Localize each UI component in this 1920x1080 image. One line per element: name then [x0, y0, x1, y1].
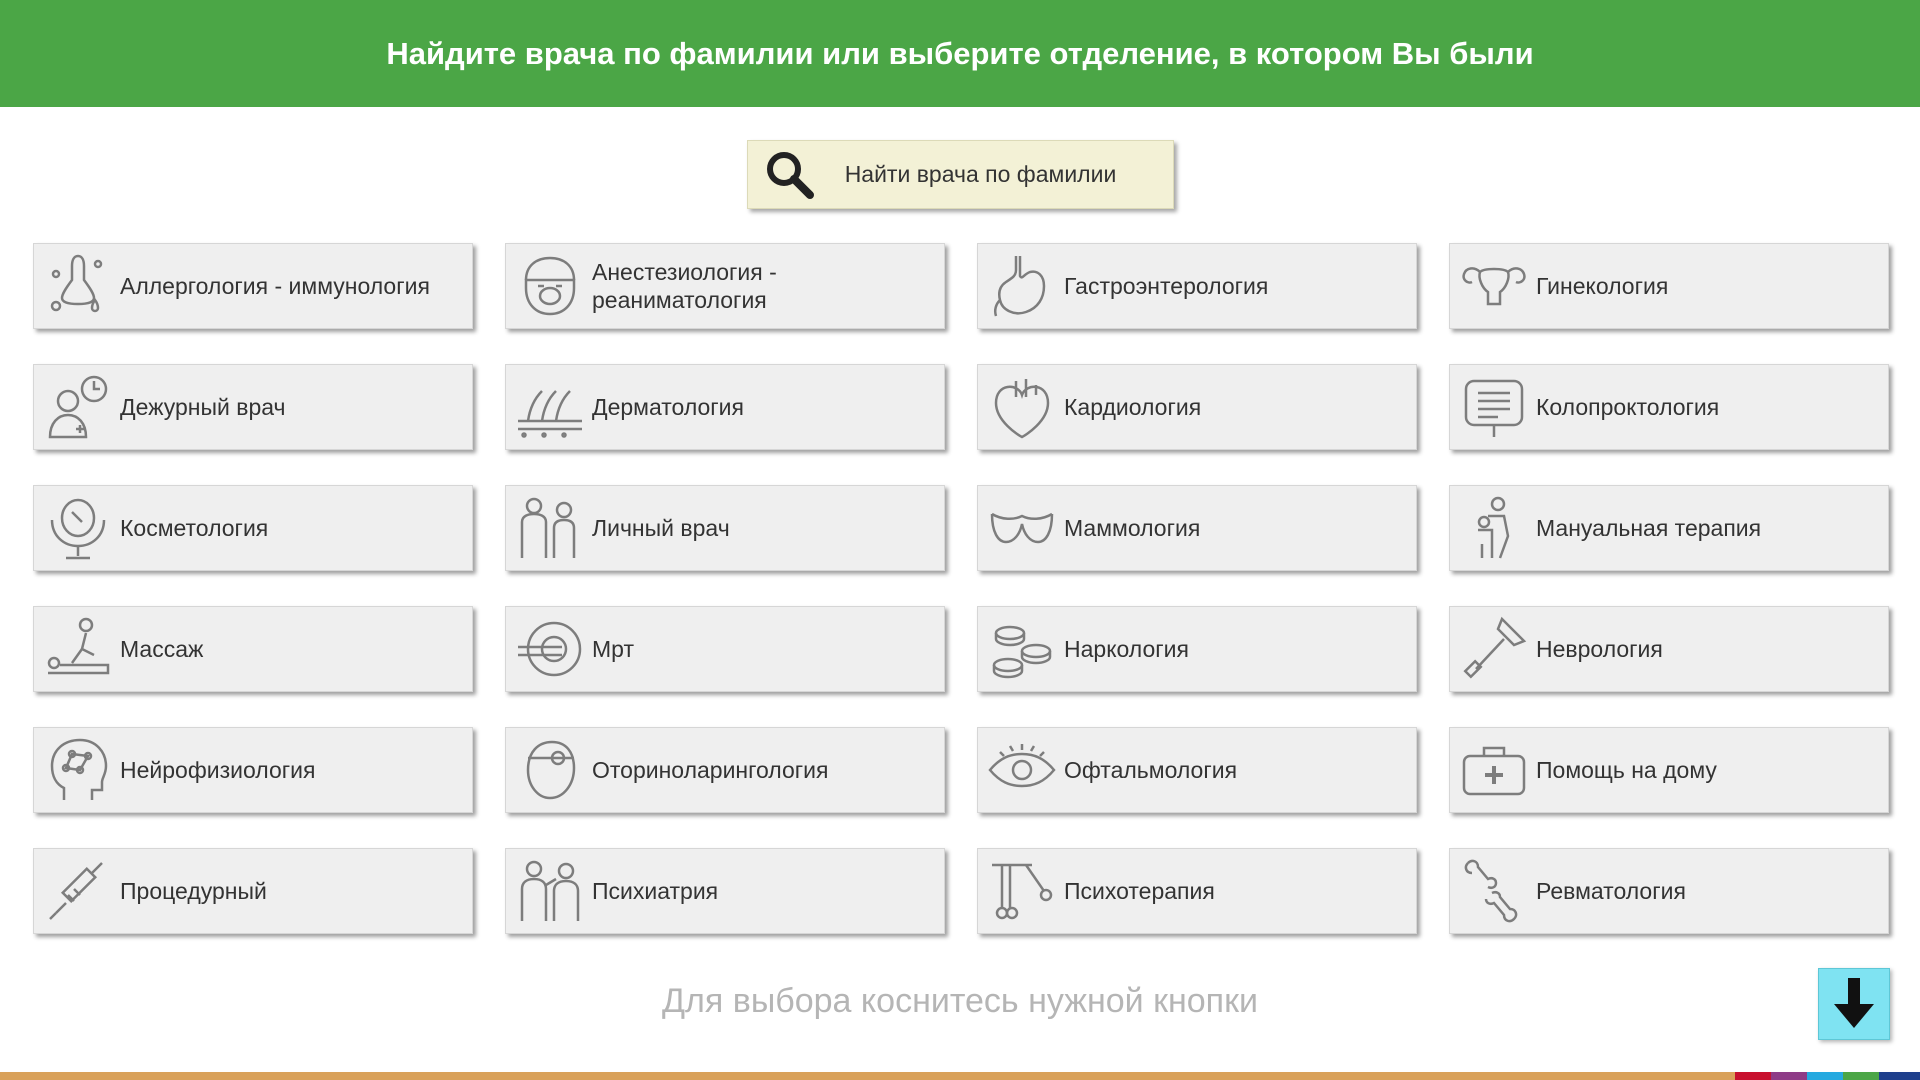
department-procedural[interactable]: Процедурный [33, 848, 473, 934]
department-label: Косметология [120, 515, 269, 541]
breast-icon [986, 492, 1058, 564]
department-label: Маммология [1064, 515, 1201, 541]
department-personal-doctor[interactable]: Личный врач [505, 485, 945, 571]
department-label: Наркология [1064, 636, 1189, 662]
department-duty-doctor[interactable]: Дежурный врач [33, 364, 473, 450]
allergy-icon [42, 250, 114, 322]
bottom-bar-segment [1843, 1072, 1879, 1080]
department-label: Гинекология [1536, 273, 1669, 299]
department-label: Психотерапия [1064, 878, 1215, 904]
department-gastroenterology[interactable]: Гастроэнтерология [977, 243, 1417, 329]
department-cardiology[interactable]: Кардиология [977, 364, 1417, 450]
syringe-icon [42, 855, 114, 927]
department-neurology[interactable]: Неврология [1449, 606, 1889, 692]
department-label: Оториноларингология [592, 757, 829, 783]
department-label: Психиатрия [592, 878, 719, 904]
department-psychiatry[interactable]: Психиатрия [505, 848, 945, 934]
department-cosmetology[interactable]: Косметология [33, 485, 473, 571]
department-psychotherapy[interactable]: Психотерапия [977, 848, 1417, 934]
medical-bag-icon [1458, 734, 1530, 806]
department-label: Массаж [120, 636, 204, 662]
department-neurophysiology[interactable]: Нейрофизиология [33, 727, 473, 813]
department-anesthesiology[interactable]: Анестезиология - реаниматология [505, 243, 945, 329]
manual-therapy-icon [1458, 492, 1530, 564]
page-title: Найдите врача по фамилии или выберите от… [386, 35, 1534, 71]
department-label: Колопроктология [1536, 394, 1720, 420]
pendulum-icon [986, 855, 1058, 927]
department-label: Анестезиология - реаниматология [592, 259, 777, 313]
department-label: Нейрофизиология [120, 757, 316, 783]
department-coloproctology[interactable]: Колопроктология [1449, 364, 1889, 450]
department-label: Аллергология - иммунология [120, 273, 430, 299]
intestine-icon [1458, 371, 1530, 443]
brain-head-icon [42, 734, 114, 806]
doctor-clock-icon [42, 371, 114, 443]
scroll-down-button[interactable] [1818, 968, 1890, 1040]
department-label: Офтальмология [1064, 757, 1238, 783]
search-by-surname-button[interactable]: Найти врача по фамилии [747, 140, 1174, 209]
department-label: Ревматология [1536, 878, 1686, 904]
department-label: Мануальная терапия [1536, 515, 1762, 541]
ent-mirror-icon [514, 734, 586, 806]
department-manual-therapy[interactable]: Мануальная терапия [1449, 485, 1889, 571]
bottom-bar-segment [1771, 1072, 1807, 1080]
page-header: Найдите врача по фамилии или выберите от… [0, 0, 1920, 107]
skin-hair-icon [514, 371, 586, 443]
department-mammology[interactable]: Маммология [977, 485, 1417, 571]
department-label: Гастроэнтерология [1064, 273, 1269, 299]
doctor-patient-icon [514, 492, 586, 564]
department-ophthalmology[interactable]: Офтальмология [977, 727, 1417, 813]
department-rheumatology[interactable]: Ревматология [1449, 848, 1889, 934]
anesthesia-mask-icon [514, 250, 586, 322]
department-label: Кардиология [1064, 394, 1202, 420]
departments-grid: Аллергология - иммунология Анестезиологи… [33, 243, 1889, 934]
department-label: Дерматология [592, 394, 744, 420]
search-button-label: Найти врача по фамилии [844, 161, 1117, 187]
department-label: Мрт [592, 636, 634, 662]
uterus-icon [1458, 250, 1530, 322]
mirror-icon [42, 492, 114, 564]
department-mri[interactable]: Мрт [505, 606, 945, 692]
arrow-down-icon [1826, 974, 1882, 1035]
department-label: Личный врач [592, 515, 730, 541]
department-dermatology[interactable]: Дерматология [505, 364, 945, 450]
department-gynecology[interactable]: Гинекология [1449, 243, 1889, 329]
joint-bone-icon [1458, 855, 1530, 927]
heart-icon [986, 371, 1058, 443]
mri-scanner-icon [514, 613, 586, 685]
reflex-hammer-icon [1458, 613, 1530, 685]
department-label: Дежурный врач [120, 394, 286, 420]
bottom-bar-segment [1807, 1072, 1843, 1080]
psychiatrist-icon [514, 855, 586, 927]
eye-icon [986, 734, 1058, 806]
massage-icon [42, 613, 114, 685]
department-massage[interactable]: Массаж [33, 606, 473, 692]
department-home-care[interactable]: Помощь на дому [1449, 727, 1889, 813]
stomach-icon [986, 250, 1058, 322]
search-icon [762, 147, 818, 203]
bottom-bar-segment [1879, 1072, 1920, 1080]
selection-hint: Для выбора коснитесь нужной кнопки [662, 982, 1258, 1020]
bottom-color-bar [0, 1072, 1920, 1080]
department-label: Неврология [1536, 636, 1663, 662]
department-label: Помощь на дому [1536, 757, 1717, 783]
department-allergology[interactable]: Аллергология - иммунология [33, 243, 473, 329]
department-otorhinolaryngology[interactable]: Оториноларингология [505, 727, 945, 813]
department-label: Процедурный [120, 878, 267, 904]
bottom-bar-segment [0, 1072, 1735, 1080]
bottom-bar-segment [1735, 1072, 1771, 1080]
pills-icon [986, 613, 1058, 685]
department-narcology[interactable]: Наркология [977, 606, 1417, 692]
